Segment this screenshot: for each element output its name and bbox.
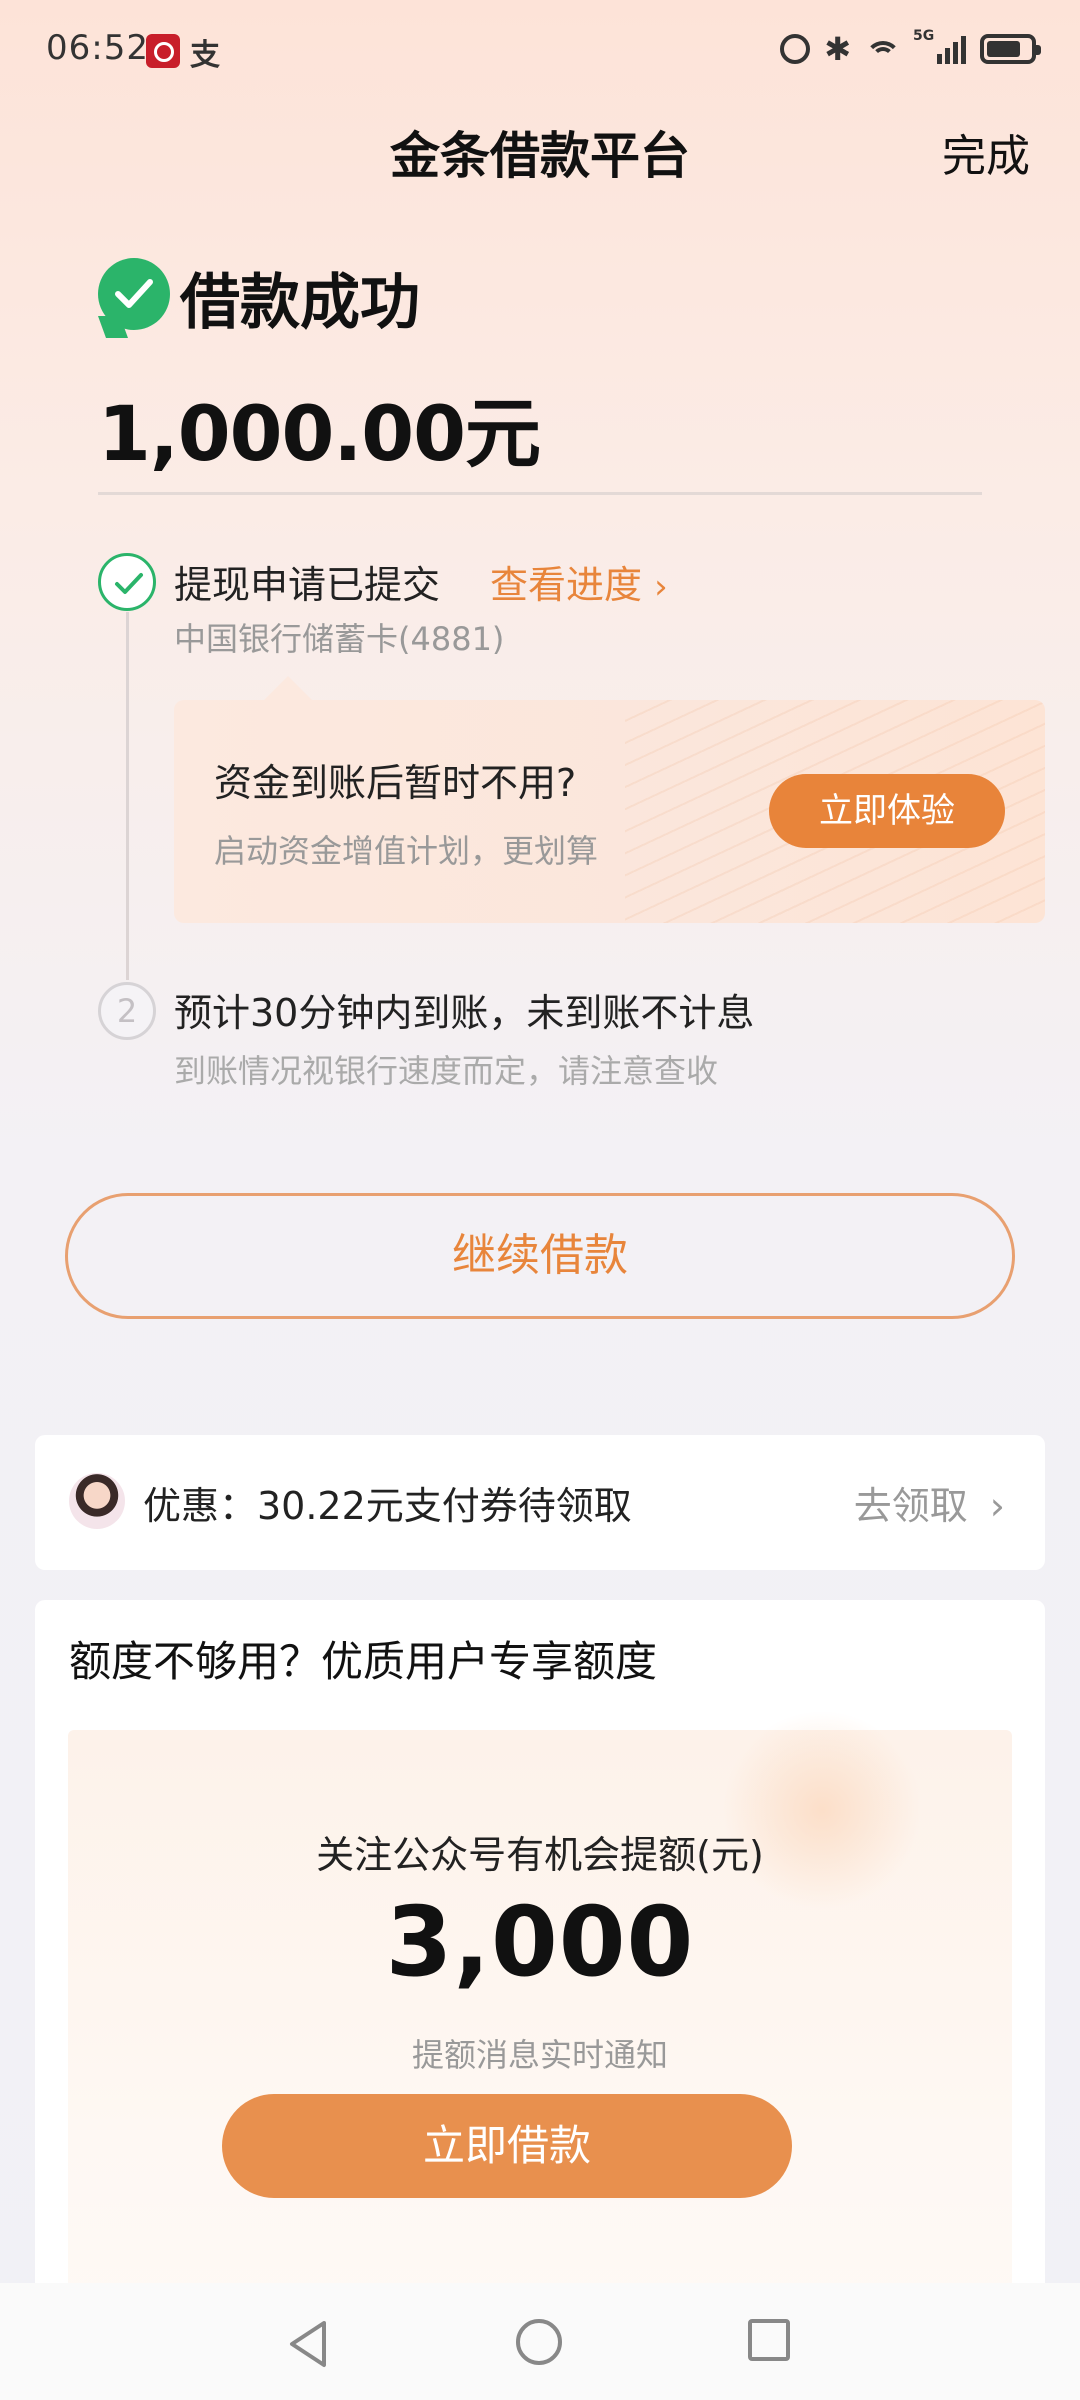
step-2-title: 预计30分钟内到账，未到账不计息 [174, 991, 755, 1035]
page-title: 金条借款平台 [390, 127, 690, 185]
system-nav-bar [0, 2283, 1080, 2400]
success-check-icon [98, 258, 170, 330]
step-done-icon [98, 553, 156, 611]
status-icons: ✱ 5G [780, 28, 1041, 68]
avatar [69, 1473, 125, 1529]
chevron-right-icon: › [654, 567, 668, 607]
quota-glow [722, 1710, 922, 1910]
bank-app-icon [146, 34, 180, 68]
quota-title: 额度不够用？优质用户专享额度 [69, 1637, 658, 1686]
step-1-title: 提现申请已提交 [174, 563, 441, 607]
quota-value: 3,000 [385, 1886, 695, 1998]
quota-note: 提额消息实时通知 [411, 2036, 668, 2074]
timeline-line [126, 612, 129, 980]
step-2-subtitle: 到账情况视银行速度而定，请注意查收 [174, 1052, 719, 1090]
wifi-icon [865, 35, 901, 63]
loan-amount: 1,000.00元 [98, 389, 541, 478]
borrow-now-button[interactable]: 立即借款 [222, 2094, 792, 2198]
battery-icon [980, 34, 1041, 64]
recent-apps-icon[interactable] [748, 2319, 790, 2361]
signal-5g-label: 5G [913, 28, 935, 44]
quota-card: 额度不够用？优质用户专享额度 关注公众号有机会提额(元) 3,000 提额消息实… [35, 1600, 1045, 2400]
continue-borrow-button[interactable]: 继续借款 [65, 1193, 1015, 1319]
back-icon[interactable] [286, 2319, 330, 2369]
step-1-subtitle: 中国银行储蓄卡(4881) [174, 620, 505, 658]
divider [98, 492, 982, 495]
alarm-icon [780, 34, 811, 64]
success-title: 借款成功 [180, 268, 420, 338]
coupon-card[interactable]: 优惠：30.22元支付券待领取 去领取 › [35, 1435, 1045, 1570]
quota-label: 关注公众号有机会提额(元) [316, 1833, 764, 1877]
alipay-icon: 支 [190, 38, 220, 73]
bluetooth-icon: ✱ [824, 30, 851, 68]
promo-title: 资金到账后暂时不用? [214, 761, 577, 805]
view-progress-link[interactable]: 查看进度 › [490, 554, 668, 609]
view-progress-label: 查看进度 [490, 563, 643, 607]
signal-icon: 5G [913, 28, 966, 64]
promo-pointer [264, 676, 312, 700]
step-2-number: 2 [98, 982, 156, 1040]
promo-subtitle: 启动资金增值计划，更划算 [214, 832, 599, 870]
done-button[interactable]: 完成 [942, 120, 1030, 184]
status-time: 06:52 [46, 28, 149, 68]
chevron-right-icon: › [989, 1484, 1005, 1528]
promo-card: 资金到账后暂时不用? 启动资金增值计划，更划算 立即体验 [174, 700, 1045, 923]
try-now-button[interactable]: 立即体验 [769, 774, 1005, 848]
claim-coupon-label: 去领取 [853, 1484, 968, 1528]
coupon-text: 优惠：30.22元支付券待领取 [143, 1484, 632, 1528]
claim-coupon-link[interactable]: 去领取 › [854, 1475, 1005, 1530]
home-icon[interactable] [516, 2319, 562, 2365]
status-bar: 06:52 支 ✱ 5G [0, 0, 1080, 100]
